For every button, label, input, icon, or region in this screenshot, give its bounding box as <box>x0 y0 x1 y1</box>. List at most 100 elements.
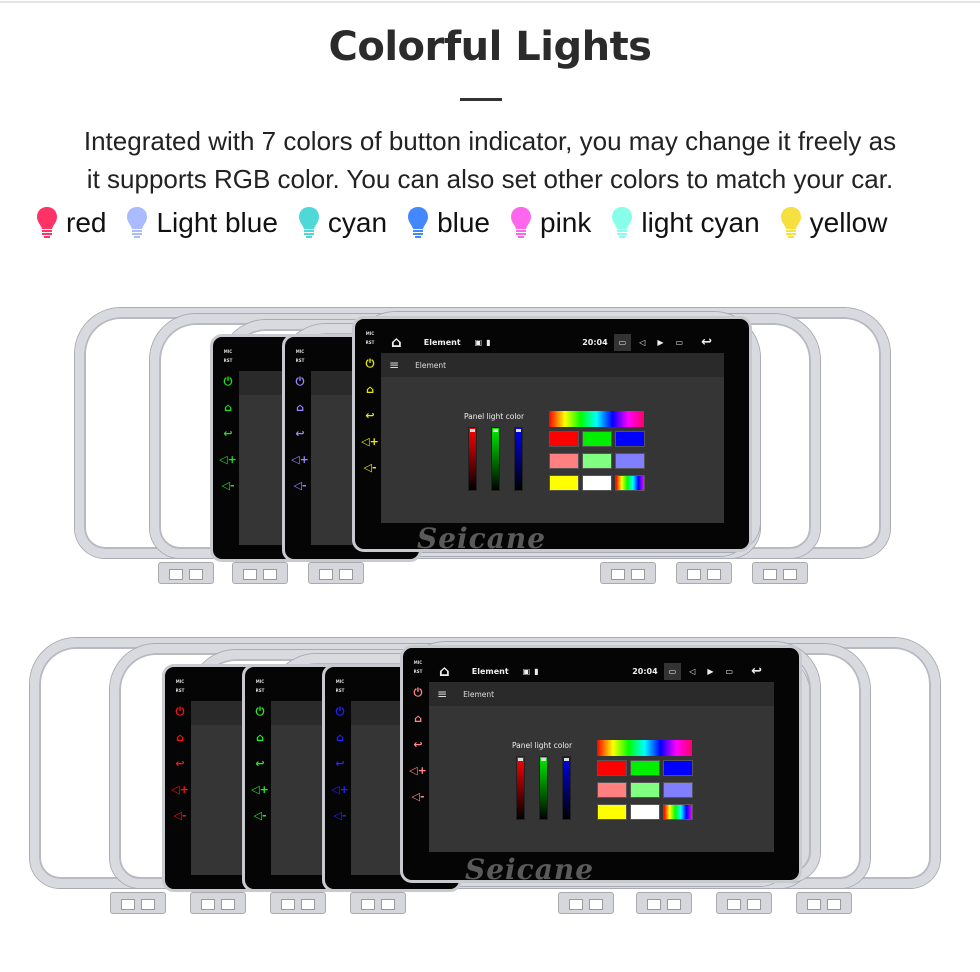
light-bulb-icon <box>408 207 429 238</box>
light-bulb-icon <box>612 207 633 238</box>
volume-up-icon[interactable]: ◁+ <box>291 453 309 467</box>
screen-icon[interactable]: ▭ <box>613 333 632 351</box>
color-swatch[interactable] <box>582 453 612 469</box>
back-icon[interactable]: ↩ <box>701 335 712 350</box>
back-icon[interactable]: ↩ <box>413 738 422 752</box>
color-swatch[interactable] <box>630 782 660 798</box>
power-icon[interactable]: ⏻ <box>296 375 305 389</box>
mount-bracket <box>308 562 364 584</box>
rgb-slider[interactable] <box>514 427 523 491</box>
description-line: it supports RGB color. You can also set … <box>86 164 894 194</box>
menu-icon[interactable]: ≡ <box>389 358 399 372</box>
volume-up-icon[interactable]: ◁+ <box>171 783 189 797</box>
color-swatch[interactable] <box>597 782 627 798</box>
media-icon[interactable]: ▶ <box>657 338 663 347</box>
rgb-slider[interactable] <box>468 427 477 491</box>
home-icon[interactable]: ⌂ <box>224 401 232 415</box>
color-swatch[interactable] <box>549 475 579 491</box>
window-icon[interactable]: ▭ <box>726 667 734 676</box>
power-icon[interactable]: ⏻ <box>366 357 375 371</box>
reset-label: RST <box>295 358 305 363</box>
home-icon[interactable]: ⌂ <box>256 731 264 745</box>
media-icon[interactable]: ▶ <box>707 667 713 676</box>
home-icon[interactable]: ⌂ <box>391 333 402 351</box>
home-icon[interactable]: ⌂ <box>336 731 344 745</box>
back-icon[interactable]: ↩ <box>175 757 184 771</box>
color-swatch[interactable] <box>582 475 612 491</box>
power-icon[interactable]: ⏻ <box>336 705 345 719</box>
light-bulb-icon <box>298 207 319 238</box>
power-icon[interactable]: ⏻ <box>414 686 423 700</box>
rgb-slider[interactable] <box>562 756 571 820</box>
title-underline <box>460 98 502 101</box>
color-swatch[interactable] <box>549 453 579 469</box>
volume-up-icon[interactable]: ◁+ <box>251 783 269 797</box>
power-icon[interactable]: ⏻ <box>224 375 233 389</box>
volume-icon[interactable]: ◁ <box>639 338 645 347</box>
volume-down-icon[interactable]: ◁- <box>173 809 186 823</box>
clock: 20:04 <box>632 666 658 676</box>
color-swatch[interactable] <box>597 760 627 776</box>
color-swatch[interactable] <box>663 782 693 798</box>
back-icon[interactable]: ↩ <box>335 757 344 771</box>
color-spectrum-bar[interactable] <box>549 411 644 427</box>
color-swatch[interactable] <box>615 431 645 447</box>
side-button-strip: MIC RST ⏻ ⌂ ↩ ◁+ ◁- <box>359 327 381 541</box>
volume-down-icon[interactable]: ◁- <box>221 479 234 493</box>
volume-up-icon[interactable]: ◁+ <box>409 764 427 778</box>
mount-bracket <box>600 562 656 584</box>
color-swatch[interactable] <box>663 804 693 820</box>
menu-icon[interactable]: ≡ <box>437 687 447 701</box>
volume-down-icon[interactable]: ◁- <box>411 790 424 804</box>
description: Integrated with 7 colors of button indic… <box>0 122 980 198</box>
window-icon[interactable]: ▭ <box>676 338 684 347</box>
home-icon[interactable]: ⌂ <box>176 731 184 745</box>
color-swatch[interactable] <box>663 760 693 776</box>
rgb-slider[interactable] <box>516 756 525 820</box>
volume-up-icon[interactable]: ◁+ <box>219 453 237 467</box>
home-icon[interactable]: ⌂ <box>414 712 422 726</box>
legend-item: light cyan <box>611 206 760 240</box>
panel-light-settings: Panel light color <box>429 706 774 852</box>
color-swatch[interactable] <box>615 475 645 491</box>
color-swatch[interactable] <box>630 804 660 820</box>
mount-bracket <box>190 892 246 914</box>
home-icon[interactable]: ⌂ <box>296 401 304 415</box>
color-swatch[interactable] <box>630 760 660 776</box>
color-swatch[interactable] <box>582 431 612 447</box>
panel-light-label: Panel light color <box>512 741 573 750</box>
color-swatch[interactable] <box>597 804 627 820</box>
color-swatch[interactable] <box>549 431 579 447</box>
back-icon[interactable]: ↩ <box>223 427 232 441</box>
volume-down-icon[interactable]: ◁- <box>293 479 306 493</box>
rgb-slider[interactable] <box>539 756 548 820</box>
legend-label: yellow <box>809 207 888 238</box>
back-icon[interactable]: ↩ <box>751 664 762 679</box>
volume-up-icon[interactable]: ◁+ <box>331 783 349 797</box>
power-icon[interactable]: ⏻ <box>176 705 185 719</box>
light-bulb-icon <box>127 207 148 238</box>
legend-label: cyan <box>327 207 388 238</box>
home-icon[interactable]: ⌂ <box>366 383 374 397</box>
home-icon[interactable]: ⌂ <box>439 662 450 680</box>
color-spectrum-bar[interactable] <box>597 740 692 756</box>
screen-icon[interactable]: ▭ <box>663 662 682 680</box>
volume-down-icon[interactable]: ◁- <box>253 809 266 823</box>
back-icon[interactable]: ↩ <box>255 757 264 771</box>
volume-down-icon[interactable]: ◁- <box>363 461 376 475</box>
color-swatch[interactable] <box>615 453 645 469</box>
back-icon[interactable]: ↩ <box>365 409 374 423</box>
seicane-watermark: Seicane <box>465 853 595 883</box>
rgb-slider[interactable] <box>491 427 500 491</box>
mic-label: MIC <box>335 679 345 684</box>
power-icon[interactable]: ⏻ <box>256 705 265 719</box>
volume-up-icon[interactable]: ◁+ <box>361 435 379 449</box>
volume-down-icon[interactable]: ◁- <box>333 809 346 823</box>
mount-bracket <box>636 892 692 914</box>
light-bulb-icon <box>511 207 531 238</box>
back-icon[interactable]: ↩ <box>295 427 304 441</box>
color-legend: red Light blue cyan blue pink light cyan yello… <box>36 206 907 240</box>
volume-icon[interactable]: ◁ <box>689 667 695 676</box>
clock: 20:04 <box>582 337 608 347</box>
legend-label: Light blue <box>156 207 278 238</box>
